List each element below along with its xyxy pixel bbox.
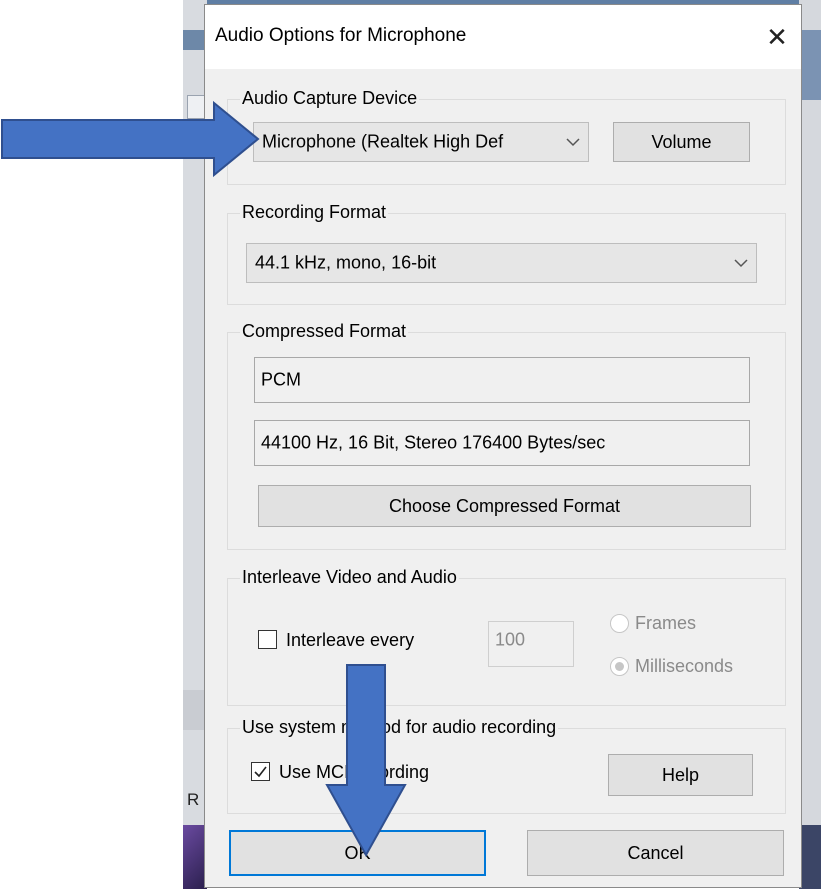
mci-recording-checkbox[interactable]: [251, 762, 270, 781]
interleave-value-field[interactable]: 100: [488, 621, 574, 667]
interleave-value: 100: [495, 629, 526, 650]
codec-field: PCM: [254, 357, 750, 403]
frames-radio-label: Frames: [635, 613, 697, 633]
recording-format-label: Recording Format: [240, 202, 389, 223]
frames-radio[interactable]: [610, 614, 629, 633]
checkmark-icon: [254, 766, 267, 778]
background-letter: R: [187, 790, 200, 809]
interleave-checkbox[interactable]: [258, 630, 277, 649]
milliseconds-radio[interactable]: [610, 657, 629, 676]
capture-device-select[interactable]: Microphone (Realtek High Def: [253, 122, 589, 162]
dialog-title: Audio Options for Microphone: [215, 25, 467, 46]
interleave-checkbox-label: Interleave every: [286, 630, 415, 650]
chevron-down-icon: [566, 138, 580, 147]
help-button[interactable]: Help: [608, 754, 753, 796]
format-details-value: 44100 Hz, 16 Bit, Stereo 176400 Bytes/se…: [261, 432, 606, 453]
cancel-button[interactable]: Cancel: [527, 830, 784, 876]
compressed-format-label: Compressed Format: [240, 321, 409, 342]
audio-capture-label: Audio Capture Device: [240, 88, 420, 109]
recording-format-select[interactable]: 44.1 kHz, mono, 16-bit: [246, 243, 757, 283]
close-icon[interactable]: ✕: [759, 19, 795, 55]
volume-button[interactable]: Volume: [613, 122, 750, 162]
background-window-right: [799, 0, 821, 889]
choose-compressed-format-button[interactable]: Choose Compressed Format: [258, 485, 751, 527]
capture-device-value: Microphone (Realtek High Def: [262, 131, 504, 152]
format-details-field: 44100 Hz, 16 Bit, Stereo 176400 Bytes/se…: [254, 420, 750, 466]
interleave-label: Interleave Video and Audio: [240, 567, 459, 588]
recording-format-value: 44.1 kHz, mono, 16-bit: [255, 252, 437, 273]
codec-value: PCM: [261, 369, 301, 390]
chevron-down-icon: [734, 259, 748, 268]
title-bar: Audio Options for Microphone ✕: [205, 5, 801, 69]
audio-options-dialog: Audio Options for Microphone ✕ Audio Cap…: [204, 4, 802, 888]
arrow-annotation-right: [1, 100, 260, 178]
milliseconds-radio-label: Milliseconds: [635, 656, 734, 676]
arrow-annotation-down: [325, 664, 407, 858]
